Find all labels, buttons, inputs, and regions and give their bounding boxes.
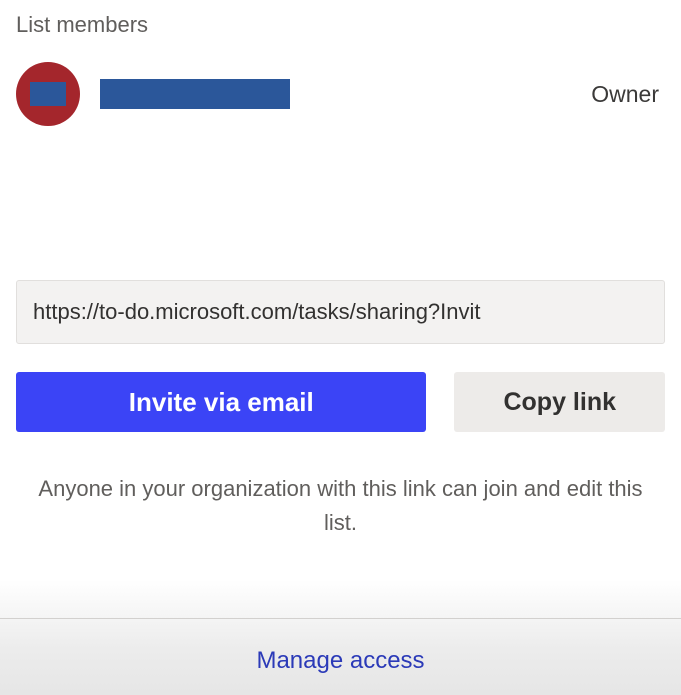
section-title: List members	[16, 12, 665, 38]
member-row: Owner	[16, 62, 665, 126]
member-role: Owner	[591, 81, 659, 108]
button-row: Invite via email Copy link	[16, 372, 665, 432]
copy-link-button[interactable]: Copy link	[454, 372, 665, 432]
member-name-redacted	[100, 79, 290, 109]
avatar-icon	[30, 82, 66, 106]
share-dialog: List members Owner Invite via email Copy…	[0, 0, 681, 695]
avatar	[16, 62, 80, 126]
invite-via-email-button[interactable]: Invite via email	[16, 372, 426, 432]
share-link-input[interactable]	[16, 280, 665, 344]
share-info-text: Anyone in your organization with this li…	[16, 472, 665, 540]
manage-access-link[interactable]: Manage access	[0, 619, 681, 695]
lower-area: Manage access	[0, 580, 681, 695]
link-section: Invite via email Copy link Anyone in you…	[16, 280, 665, 540]
